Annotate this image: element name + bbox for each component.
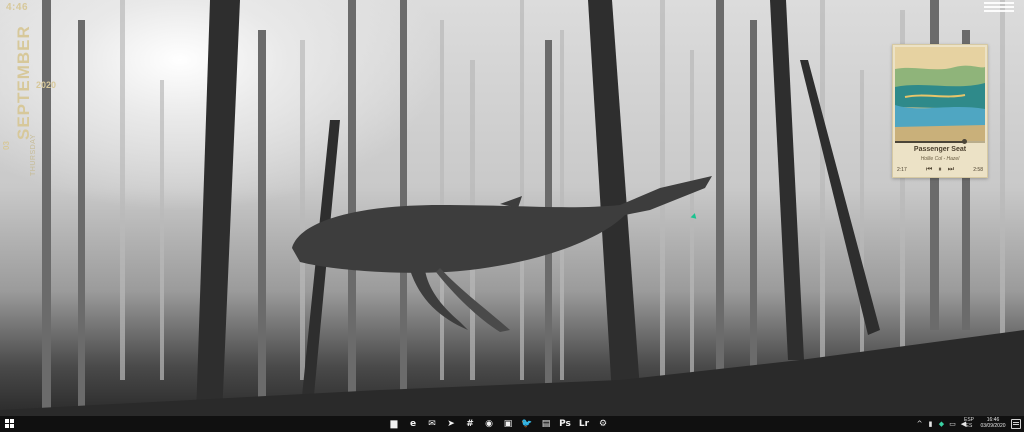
edge-icon[interactable]: e [407,416,419,432]
pinned-apps: ▆ e ✉ ➤ # ◉ ▣ 🐦 ▤ Ps Lr ⚙ [388,416,609,432]
chevron-up-icon[interactable]: ^ [916,420,923,428]
elapsed-time: 2:17 [897,167,907,173]
taskbar-clock[interactable]: 16:46 03/09/2020 [978,417,1008,429]
photos-icon[interactable]: ▣ [502,416,514,432]
playback-progress-bar[interactable] [895,139,985,144]
windows-start-icon[interactable] [5,419,15,429]
photoshop-icon[interactable]: Ps [559,416,571,432]
player-controls: 2:17 ⏮ ⏸ ⏭ 2:58 [897,166,983,174]
notes-icon[interactable]: ▤ [540,416,552,432]
system-tray: ^ ▮ ◆ ▭ ◀ [916,416,967,432]
spotify-icon[interactable]: ◉ [483,416,495,432]
taskbar: ▆ e ✉ ➤ # ◉ ▣ 🐦 ▤ Ps Lr ⚙ ^ ▮ ◆ ▭ ◀ ESP ES 16:46 03… [0,416,1024,432]
next-icon[interactable]: ⏭ [948,166,954,174]
twitter-icon[interactable]: 🐦 [521,416,533,432]
notification-center-icon[interactable] [1011,419,1021,429]
music-player-widget: Passenger Seat Hollie Col - Hazel 2:17 ⏮… [892,44,988,178]
date-widget: 4:46 SEPTEMBER 2020 03 THURSDAY [0,0,56,180]
widget-time: 4:46 [6,2,29,13]
widget-day: 03 [2,141,11,150]
track-artist: Hollie Col - Hazel [920,156,960,162]
network-icon[interactable]: ▭ [949,420,956,428]
widget-year: 2020 [36,80,57,90]
file-explorer-icon[interactable]: ▆ [388,416,400,432]
clock-date: 03/09/2020 [980,423,1006,429]
prev-icon[interactable]: ⏮ [926,166,932,174]
language-indicator[interactable]: ESP ES [962,417,976,429]
forest-whale-scene [0,0,1024,416]
region-code: ES [965,423,973,429]
pause-icon[interactable]: ⏸ [938,166,942,174]
track-title: Passenger Seat [913,146,967,153]
security-shield-icon[interactable]: ◆ [938,420,945,428]
forest-floor [0,330,1024,416]
album-art [895,47,985,141]
widget-weekday: THURSDAY [30,134,37,176]
lightroom-icon[interactable]: Lr [578,416,590,432]
hamburger-menu-icon[interactable] [984,2,1014,12]
progress-knob[interactable] [962,139,968,144]
mail-icon[interactable]: ✉ [426,416,438,432]
steam-icon[interactable]: ⚙ [597,416,609,432]
battery-icon[interactable]: ▮ [927,420,934,428]
total-time: 2:58 [973,167,983,173]
desktop-wallpaper [0,0,1024,416]
slack-icon[interactable]: # [464,416,476,432]
telegram-icon[interactable]: ➤ [445,416,457,432]
widget-month: SEPTEMBER [14,25,33,140]
